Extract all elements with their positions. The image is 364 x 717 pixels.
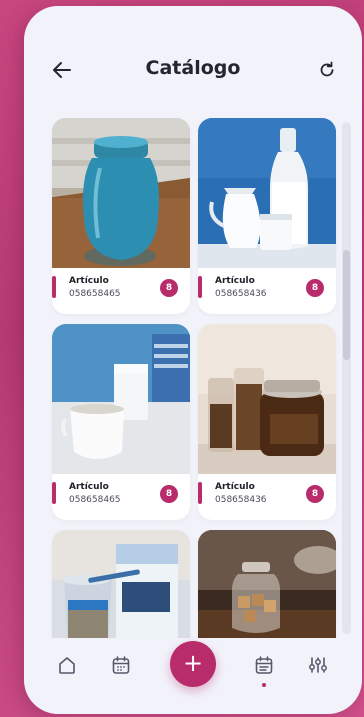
product-card[interactable]: Artículo 058658436 8	[198, 324, 336, 520]
product-code: 058658436	[215, 289, 267, 299]
product-name: Artículo	[215, 276, 255, 286]
product-code: 058658465	[69, 289, 121, 299]
product-name: Artículo	[69, 482, 109, 492]
product-card[interactable]	[198, 530, 336, 638]
checklist-calendar-icon	[255, 656, 273, 674]
accent-bar	[52, 276, 56, 298]
sliders-icon	[309, 657, 327, 673]
product-name: Artículo	[69, 276, 109, 286]
app-screen: Catálogo Artículo 058658465 8 Artículo 0…	[24, 6, 362, 714]
accent-bar	[198, 482, 202, 504]
count-badge: 8	[306, 279, 324, 297]
product-image	[52, 118, 190, 268]
product-image	[198, 118, 336, 268]
nav-home[interactable]	[56, 654, 78, 676]
count-badge: 8	[160, 279, 178, 297]
product-card[interactable]	[52, 530, 190, 638]
active-indicator	[262, 683, 266, 687]
refresh-icon	[320, 61, 334, 77]
product-card[interactable]: Artículo 058658436 8	[198, 118, 336, 314]
header: Catálogo	[24, 54, 362, 86]
nav-calendar[interactable]	[110, 654, 132, 676]
scrollbar[interactable]	[342, 122, 351, 634]
scrollbar-thumb[interactable]	[343, 250, 350, 360]
product-name: Artículo	[215, 482, 255, 492]
product-code: 058658436	[215, 495, 267, 505]
product-image	[52, 530, 190, 638]
product-card[interactable]: Artículo 058658465 8	[52, 118, 190, 314]
add-icon: +	[182, 649, 204, 677]
accent-bar	[198, 276, 202, 298]
nav-schedule[interactable]	[253, 654, 275, 676]
product-code: 058658465	[69, 495, 121, 505]
product-image	[52, 324, 190, 474]
accent-bar	[52, 482, 56, 504]
home-icon	[59, 657, 75, 674]
refresh-button[interactable]	[317, 60, 337, 80]
page-title: Catálogo	[145, 57, 241, 79]
count-badge: 8	[160, 485, 178, 503]
bottom-nav: +	[24, 630, 362, 714]
product-image	[198, 324, 336, 474]
count-badge: 8	[306, 485, 324, 503]
product-image	[198, 530, 336, 638]
nav-filters[interactable]	[307, 654, 329, 676]
add-button[interactable]: +	[170, 641, 216, 687]
calendar-icon	[112, 656, 130, 674]
product-card[interactable]: Artículo 058658465 8	[52, 324, 190, 520]
product-grid: Artículo 058658465 8 Artículo 058658436 …	[50, 118, 340, 638]
